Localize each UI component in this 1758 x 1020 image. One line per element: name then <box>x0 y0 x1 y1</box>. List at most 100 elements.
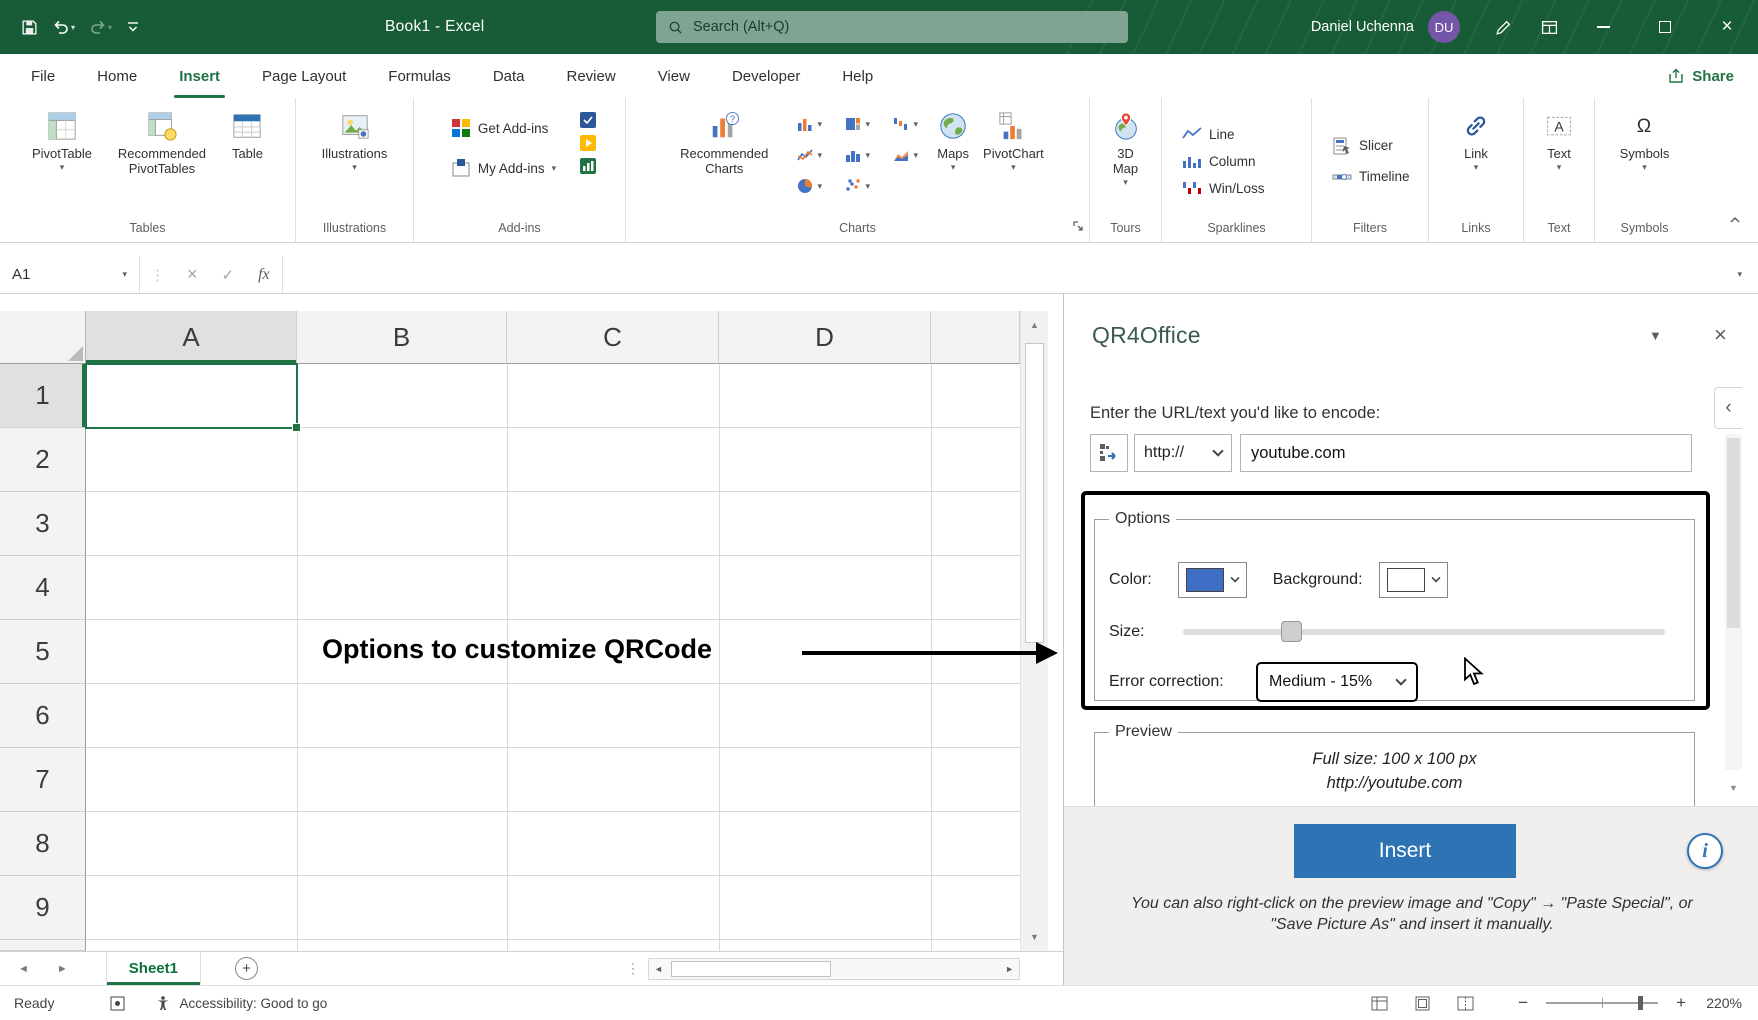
vertical-scrollbar-thumb[interactable] <box>1025 343 1044 643</box>
3d-map-button[interactable]: 3D Map ▾ <box>1103 104 1149 190</box>
insert-area-chart-button[interactable]: ▾ <box>881 139 929 170</box>
symbols-button[interactable]: Ω Symbols ▾ <box>1614 104 1676 175</box>
row-header-6[interactable]: 6 <box>0 684 86 748</box>
vertical-scrollbar[interactable]: ▲ ▼ <box>1020 311 1048 951</box>
sparkline-winloss-button[interactable]: Win/Loss <box>1174 176 1273 200</box>
row-header-5[interactable]: 5 <box>0 620 86 684</box>
insert-qr-button[interactable]: Insert <box>1294 824 1516 878</box>
tab-formulas[interactable]: Formulas <box>367 54 472 98</box>
new-sheet-button[interactable]: + <box>235 957 258 980</box>
task-pane-close-icon[interactable]: × <box>1714 322 1727 348</box>
pane-scroll-down-icon[interactable]: ▼ <box>1725 776 1742 800</box>
normal-view-icon[interactable] <box>1371 996 1388 1011</box>
illustrations-button[interactable]: Illustrations ▾ <box>316 104 394 175</box>
zoom-in-button[interactable]: + <box>1670 993 1692 1013</box>
avatar[interactable]: DU <box>1428 11 1460 43</box>
timeline-button[interactable]: Timeline <box>1324 163 1418 191</box>
zoom-slider-thumb[interactable] <box>1638 996 1643 1010</box>
sheet-tab-sheet1[interactable]: Sheet1 <box>106 952 201 985</box>
row-header-2[interactable]: 2 <box>0 428 86 492</box>
insert-line-chart-button[interactable]: ▾ <box>785 139 833 170</box>
formula-input[interactable] <box>282 256 1722 293</box>
text-button[interactable]: A Text ▾ <box>1539 104 1579 175</box>
col-header-a[interactable]: A <box>86 311 297 364</box>
tab-developer[interactable]: Developer <box>711 54 821 98</box>
ink-editor-button[interactable] <box>1480 0 1526 54</box>
tab-insert[interactable]: Insert <box>158 54 241 98</box>
row-header-4[interactable]: 4 <box>0 556 86 620</box>
maps-button[interactable]: Maps ▾ <box>931 104 975 175</box>
pivottable-button[interactable]: PivotTable ▾ <box>26 104 98 175</box>
page-layout-view-icon[interactable] <box>1414 996 1431 1011</box>
col-header-b[interactable]: B <box>297 311 507 364</box>
get-addins-button[interactable]: Get Add-ins <box>443 114 564 142</box>
select-all-corner[interactable] <box>0 311 86 364</box>
horizontal-scrollbar[interactable]: ◄ ► <box>648 958 1020 980</box>
pane-scrollbar-thumb[interactable] <box>1727 438 1740 628</box>
zoom-slider[interactable] <box>1546 1002 1658 1004</box>
row-header-3[interactable]: 3 <box>0 492 86 556</box>
cancel-icon[interactable]: × <box>175 264 210 285</box>
col-header-c[interactable]: C <box>507 311 719 364</box>
share-button[interactable]: Share <box>1668 54 1734 98</box>
row-header-7[interactable]: 7 <box>0 748 86 812</box>
sheet-prev-icon[interactable]: ◄ <box>18 963 29 975</box>
insert-function-button[interactable]: fx <box>246 266 282 284</box>
table-button[interactable]: Table <box>226 104 269 163</box>
color-picker-button[interactable] <box>1178 562 1247 598</box>
col-header-d[interactable]: D <box>719 311 931 364</box>
minimize-button[interactable] <box>1572 0 1634 54</box>
recommended-pivottables-button[interactable]: Recommended PivotTables <box>100 104 224 178</box>
insert-hierarchy-chart-button[interactable]: ▾ <box>833 108 881 139</box>
accessibility-status[interactable]: Accessibility: Good to go <box>155 995 327 1011</box>
horizontal-scrollbar-thumb[interactable] <box>671 961 831 977</box>
insert-pie-chart-button[interactable]: ▾ <box>785 170 833 201</box>
scroll-up-icon[interactable]: ▲ <box>1021 311 1048 339</box>
expand-formula-bar-icon[interactable]: ▾ <box>1721 269 1758 280</box>
recommended-charts-button[interactable]: ? Recommended Charts <box>665 104 783 178</box>
collapse-pane-chevron[interactable]: ‹ <box>1714 387 1742 429</box>
addin-shortcut-icon-blue[interactable] <box>580 112 596 128</box>
scroll-down-icon[interactable]: ▼ <box>1021 923 1048 951</box>
splitter-handle[interactable]: ⋮ <box>626 960 640 977</box>
sparkline-line-button[interactable]: Line <box>1174 122 1243 146</box>
my-addins-button[interactable]: My Add-ins ▾ <box>443 154 564 182</box>
link-button[interactable]: Link ▾ <box>1456 104 1496 175</box>
scroll-right-icon[interactable]: ► <box>1005 964 1014 974</box>
zoom-out-button[interactable]: − <box>1512 993 1534 1013</box>
size-slider-thumb[interactable] <box>1281 621 1302 642</box>
sheet-next-icon[interactable]: ► <box>57 963 68 975</box>
col-header-partial[interactable] <box>931 311 1020 364</box>
row-header-9[interactable]: 9 <box>0 876 86 940</box>
close-button[interactable]: × <box>1696 0 1758 54</box>
undo-button[interactable]: ▾ <box>47 15 80 39</box>
insert-column-chart-button[interactable]: ▾ <box>785 108 833 139</box>
name-box[interactable]: A1 ▾ <box>0 256 140 293</box>
selected-cell-a1[interactable] <box>85 363 298 429</box>
maximize-button[interactable] <box>1634 0 1696 54</box>
size-slider[interactable] <box>1183 629 1665 635</box>
row-header-partial[interactable] <box>0 940 86 951</box>
tab-home[interactable]: Home <box>76 54 158 98</box>
info-icon[interactable]: i <box>1687 833 1723 869</box>
ribbon-display-options-button[interactable] <box>1526 0 1572 54</box>
save-button[interactable] <box>16 15 43 40</box>
enter-icon[interactable]: ✓ <box>210 266 247 284</box>
tab-page-layout[interactable]: Page Layout <box>241 54 367 98</box>
pane-scrollbar[interactable] <box>1725 434 1742 770</box>
qr-type-button[interactable] <box>1090 434 1128 472</box>
pivotchart-button[interactable]: PivotChart ▾ <box>977 104 1050 175</box>
insert-waterfall-chart-button[interactable]: ▾ <box>881 108 929 139</box>
sparkline-column-button[interactable]: Column <box>1174 149 1264 173</box>
addin-shortcut-icon-green[interactable] <box>580 158 596 174</box>
search-box[interactable]: Search (Alt+Q) <box>656 11 1128 43</box>
tab-view[interactable]: View <box>637 54 711 98</box>
insert-scatter-chart-button[interactable]: ▾ <box>833 170 881 201</box>
tab-help[interactable]: Help <box>821 54 894 98</box>
insert-statistic-chart-button[interactable]: ▾ <box>833 139 881 170</box>
redo-button[interactable]: ▾ <box>84 15 117 39</box>
formula-bar-handle[interactable]: ⋮ <box>140 266 175 284</box>
charts-dialog-launcher[interactable] <box>1071 219 1085 238</box>
tab-data[interactable]: Data <box>472 54 546 98</box>
row-header-8[interactable]: 8 <box>0 812 86 876</box>
